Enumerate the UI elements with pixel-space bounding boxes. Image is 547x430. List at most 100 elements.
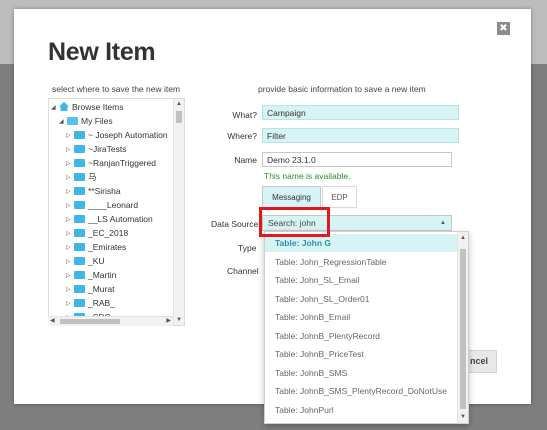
tree-vertical-scrollbar[interactable]: ▲ ▼ [173, 99, 184, 325]
tree-folder-item[interactable]: ▷ _EC_2018 [66, 227, 128, 239]
tree-folder-item[interactable]: ▷ ~ Joseph Automation [66, 129, 168, 141]
tree-horizontal-scrollbar[interactable]: ◀ ▶ [48, 316, 173, 326]
tree-label: __LS Automation [88, 214, 153, 224]
tree-label: ~RanjanTriggered [88, 158, 156, 168]
folder-icon [74, 186, 85, 195]
tree-label: My Files [81, 116, 113, 126]
folder-open-icon [67, 116, 78, 125]
folder-icon [74, 214, 85, 223]
tree-label: _Murat [88, 284, 115, 294]
tree-label: _KU [88, 256, 105, 266]
dropdown-option[interactable]: Table: John_RegressionTable [265, 253, 457, 271]
expand-right-icon[interactable]: ▷ [66, 256, 74, 268]
tree-folder-item[interactable]: ▷ 马 [66, 171, 97, 183]
expand-down-icon[interactable]: ◢ [59, 116, 67, 128]
scroll-right-icon[interactable]: ▶ [166, 317, 171, 326]
folder-icon [74, 270, 85, 279]
tree-label: _RAB_ [88, 298, 115, 308]
tree-label: ~ Joseph Automation [88, 130, 168, 140]
tree-label: Browse Items [72, 102, 124, 112]
tree-item-my-files[interactable]: ◢ My Files [59, 115, 113, 127]
data-source-dropdown[interactable]: Table: John G Table: John_RegressionTable… [264, 231, 469, 424]
dropdown-option[interactable]: Table: JohnB_Email [265, 308, 457, 326]
tree-label: 马 [88, 172, 97, 182]
tree-folder-item[interactable]: ▷ **Sirisha [66, 185, 121, 197]
where-field[interactable]: Filter [262, 128, 459, 143]
scroll-thumb[interactable] [460, 249, 466, 409]
folder-icon [74, 284, 85, 293]
tree-folder-item[interactable]: ▷ _RAB_ [66, 297, 115, 309]
folder-icon [74, 200, 85, 209]
tree-folder-item[interactable]: ▷ ~JiraTests [66, 143, 127, 155]
folder-icon [74, 130, 85, 139]
what-field[interactable]: Campaign [262, 105, 459, 120]
tree-label: ~JiraTests [88, 144, 127, 154]
folder-icon [74, 144, 85, 153]
scroll-left-icon[interactable]: ◀ [50, 317, 55, 326]
folder-icon [74, 158, 85, 167]
scroll-thumb[interactable] [60, 319, 120, 324]
tree-folder-item[interactable]: ▷ _Murat [66, 283, 114, 295]
folder-icon [74, 298, 85, 307]
expand-right-icon[interactable]: ▷ [66, 242, 74, 254]
dropdown-option[interactable]: Table: JohnPurl [265, 401, 457, 419]
expand-right-icon[interactable]: ▷ [66, 200, 74, 212]
dropdown-option[interactable]: Table: John_SL_Order01 [265, 290, 457, 308]
left-hint: select where to save the new item [52, 84, 181, 94]
scroll-up-icon[interactable]: ▲ [458, 235, 468, 241]
scroll-up-icon[interactable]: ▲ [174, 100, 184, 108]
dropdown-option[interactable]: Table: JohnB_SMS [265, 364, 457, 382]
tree-label: _Martin [88, 270, 117, 280]
tree-folder-item[interactable]: ▷ _KU [66, 255, 105, 267]
expand-right-icon[interactable]: ▷ [66, 158, 74, 170]
tree-folder-item[interactable]: ▷ ~RanjanTriggered [66, 157, 156, 169]
dialog-title: New Item [48, 38, 156, 66]
dropdown-option[interactable]: Table: JohnB_SMS_PlentyRecord_DoNotUse [265, 382, 457, 400]
tree-folder-item[interactable]: ▷ __LS Automation [66, 213, 153, 225]
scroll-down-icon[interactable]: ▼ [174, 316, 184, 324]
chevron-up-icon[interactable]: ▲ [440, 216, 446, 230]
expand-down-icon[interactable]: ◢ [51, 102, 59, 114]
tree-folder-item[interactable]: ▷ _Emirates [66, 241, 126, 253]
name-availability-text: This name is available. [264, 171, 351, 181]
dropdown-option[interactable]: Table: JohnB_PlentyRecord [265, 327, 457, 345]
expand-right-icon[interactable]: ▷ [66, 172, 74, 184]
scroll-thumb[interactable] [176, 111, 182, 123]
expand-right-icon[interactable]: ▷ [66, 284, 74, 296]
folder-icon [74, 256, 85, 265]
folder-icon [74, 242, 85, 251]
tree-label: _Emirates [88, 242, 127, 252]
data-source-label: Data Source [211, 219, 259, 229]
folder-icon [74, 228, 85, 237]
tab-edp[interactable]: EDP [322, 186, 357, 208]
name-input[interactable]: Demo 23.1.0 [262, 152, 452, 167]
expand-right-icon[interactable]: ▷ [66, 298, 74, 310]
expand-right-icon[interactable]: ▷ [66, 186, 74, 198]
scroll-down-icon[interactable]: ▼ [458, 414, 468, 420]
right-hint: provide basic information to save a new … [258, 84, 426, 94]
tree-root-browse-items[interactable]: ◢ Browse Items [51, 101, 124, 113]
expand-right-icon[interactable]: ▷ [66, 228, 74, 240]
tab-messaging[interactable]: Messaging [262, 186, 321, 208]
home-icon [59, 102, 69, 112]
where-label: Where? [227, 131, 257, 141]
dropdown-option[interactable]: Table: JohnB_PriceTest [265, 345, 457, 363]
name-label: Name [234, 155, 257, 165]
tree-folder-item[interactable]: ▷ ____Leonard [66, 199, 138, 211]
expand-right-icon[interactable]: ▷ [66, 270, 74, 282]
tree-folder-item[interactable]: ▷ _Martin [66, 269, 116, 281]
channel-label: Channel [227, 266, 259, 276]
dropdown-scrollbar[interactable]: ▲ ▼ [457, 232, 468, 423]
folder-icon [74, 172, 85, 181]
expand-right-icon[interactable]: ▷ [66, 144, 74, 156]
tree-label: _EC_2018 [88, 228, 129, 238]
type-label: Type [238, 243, 257, 253]
expand-right-icon[interactable]: ▷ [66, 130, 74, 142]
tree-label: **Sirisha [88, 186, 121, 196]
highlight-annotation-box [259, 207, 330, 237]
what-label: What? [232, 110, 257, 120]
tree-label: ____Leonard [88, 200, 139, 210]
expand-right-icon[interactable]: ▷ [66, 214, 74, 226]
close-icon[interactable]: ✖ [497, 22, 510, 35]
dropdown-option[interactable]: Table: John_SL_Email [265, 271, 457, 289]
